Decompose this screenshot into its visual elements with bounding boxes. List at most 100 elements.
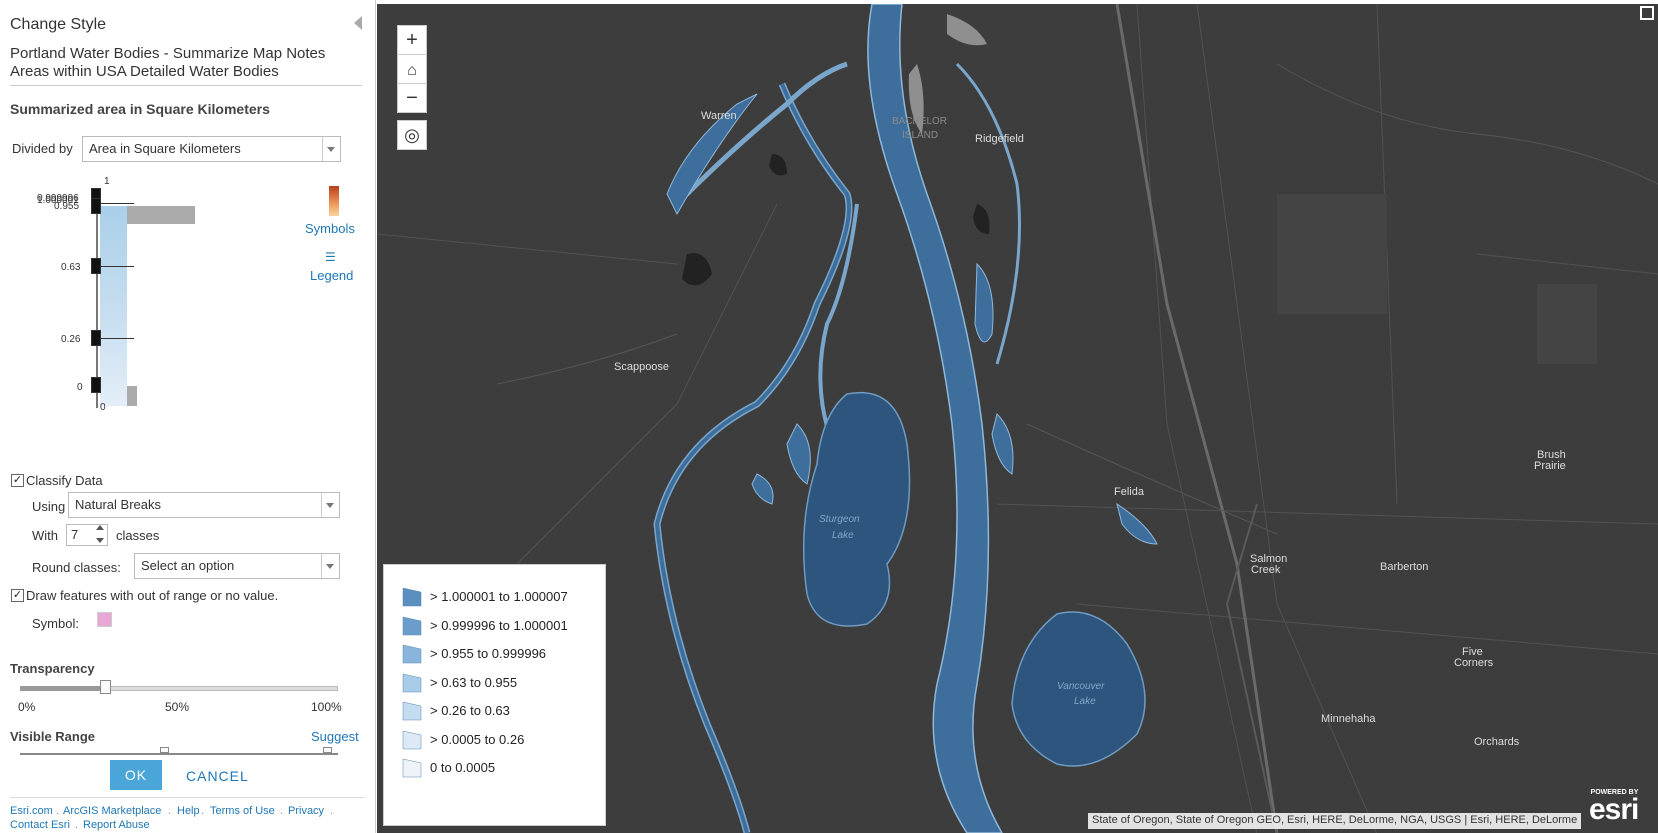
layer-title: Portland Water Bodies - Summarize Map No… bbox=[10, 45, 326, 80]
cancel-button[interactable]: CANCEL bbox=[186, 768, 249, 784]
map-legend: > 1.000001 to 1.000007 > 0.999996 to 1.00… bbox=[383, 564, 606, 826]
legend-label: > 1.000001 to 1.000007 bbox=[430, 589, 568, 604]
suggest-link[interactable]: Suggest bbox=[311, 729, 359, 744]
visible-range-min-thumb[interactable] bbox=[160, 747, 169, 753]
collapse-panel-icon[interactable] bbox=[354, 16, 362, 30]
round-classes-select[interactable]: Select an option bbox=[134, 553, 340, 579]
map-place-label: Warren bbox=[701, 110, 737, 122]
slider-tick-label: 0% bbox=[18, 700, 36, 714]
expand-icon[interactable] bbox=[1640, 6, 1654, 20]
out-of-range-checkbox[interactable]: ✓ bbox=[11, 589, 24, 602]
zoom-in-button[interactable]: + bbox=[397, 25, 427, 55]
locate-icon: ◎ bbox=[404, 125, 420, 145]
divided-by-label: Divided by bbox=[12, 141, 73, 156]
break-handle[interactable] bbox=[91, 377, 101, 393]
footer-link-contact[interactable]: Contact Esri bbox=[10, 819, 70, 831]
map-place-label: Ridgefield bbox=[975, 133, 1024, 145]
map-attribution: State of Oregon, State of Oregon GEO, Es… bbox=[1088, 813, 1582, 829]
map-water-label: Lake bbox=[832, 530, 854, 541]
change-style-panel: Change Style Portland Water Bodies - Sum… bbox=[0, 0, 376, 833]
legend-label: > 0.955 to 0.999996 bbox=[430, 646, 547, 661]
divider bbox=[10, 85, 362, 86]
zoom-out-button[interactable]: − bbox=[397, 83, 427, 113]
break-label: 0.955 bbox=[54, 201, 80, 212]
histogram-top-label: 1 bbox=[104, 176, 110, 187]
divided-by-value: Area in Square Kilometers bbox=[89, 141, 241, 156]
footer-link-help[interactable]: Help bbox=[177, 805, 200, 817]
histogram-axis bbox=[96, 194, 98, 408]
home-icon: ⌂ bbox=[407, 62, 417, 79]
chevron-down-icon bbox=[326, 503, 334, 508]
legend-label: > 0.0005 to 0.26 bbox=[430, 731, 525, 747]
legend-label: > 0.63 to 0.955 bbox=[430, 674, 518, 690]
classification-method-select[interactable]: Natural Breaks bbox=[68, 492, 340, 518]
histogram-bottom-label: 0 bbox=[100, 402, 106, 413]
map-place-label: Felida bbox=[1114, 486, 1144, 498]
map-place-label: Corners bbox=[1454, 657, 1494, 669]
footer-link-terms[interactable]: Terms of Use bbox=[210, 805, 275, 817]
legend-label: > 0.999996 to 1.000001 bbox=[430, 617, 568, 633]
locate-button[interactable]: ◎ bbox=[397, 120, 427, 150]
histogram-bar bbox=[127, 386, 137, 406]
color-ramp-icon[interactable] bbox=[329, 186, 339, 216]
classification-method-value: Natural Breaks bbox=[75, 497, 161, 512]
visible-range-slider[interactable] bbox=[20, 753, 338, 755]
legend-link[interactable]: Legend bbox=[310, 268, 353, 283]
histogram-color-ramp bbox=[100, 206, 127, 406]
slider-tick-label: 50% bbox=[165, 700, 190, 714]
attribute-heading: Summarized area in Square Kilometers bbox=[10, 101, 270, 117]
with-label: With bbox=[32, 528, 58, 543]
esri-logo: POWERED BY esri bbox=[1589, 789, 1639, 825]
no-value-symbol-swatch[interactable] bbox=[97, 612, 112, 627]
legend-label: 0 to 0.0005 bbox=[430, 760, 496, 775]
visible-range-max-thumb[interactable] bbox=[323, 747, 332, 753]
map-place-label: Prairie bbox=[1534, 460, 1566, 472]
map-water-label: Sturgeon bbox=[819, 514, 860, 525]
map-water-label: Vancouver bbox=[1057, 681, 1105, 692]
visible-range-heading: Visible Range bbox=[10, 729, 96, 744]
ok-button[interactable]: OK bbox=[110, 760, 162, 790]
footer-link-privacy[interactable]: Privacy bbox=[288, 805, 324, 817]
legend-swatch-icon bbox=[402, 730, 422, 750]
using-label: Using bbox=[32, 499, 66, 514]
transparency-slider-thumb[interactable] bbox=[100, 680, 111, 694]
panel-title: Change Style bbox=[10, 16, 107, 33]
list-icon[interactable]: ☰ bbox=[325, 250, 336, 264]
break-handle[interactable] bbox=[91, 198, 101, 214]
stepper-up-icon[interactable] bbox=[96, 525, 104, 530]
legend-swatch-icon bbox=[402, 587, 422, 607]
break-label: 0.26 bbox=[61, 334, 81, 345]
map-water-label: Lake bbox=[1074, 696, 1096, 707]
classify-data-label: Classify Data bbox=[26, 473, 103, 488]
classes-label: classes bbox=[116, 528, 160, 543]
class-breaks-histogram: 1 0.999996 1.000001 0.955 0.63 0.26 0 0 bbox=[37, 176, 215, 436]
footer-link-esri[interactable]: Esri.com bbox=[10, 805, 53, 817]
round-classes-label: Round classes: bbox=[32, 560, 121, 575]
slider-tick-label: 100% bbox=[311, 700, 342, 714]
map-place-label: Barberton bbox=[1380, 561, 1429, 573]
stepper-down-icon[interactable] bbox=[96, 538, 104, 543]
home-button[interactable]: ⌂ bbox=[397, 54, 427, 84]
out-of-range-label: Draw features with out of range or no va… bbox=[26, 588, 279, 603]
map-place-label: Minnehaha bbox=[1321, 713, 1376, 725]
symbols-link[interactable]: Symbols bbox=[305, 221, 355, 236]
classify-data-checkbox[interactable]: ✓ bbox=[11, 474, 24, 487]
legend-swatch-icon bbox=[402, 673, 422, 693]
legend-swatch-icon bbox=[402, 701, 422, 721]
footer-link-report-abuse[interactable]: Report Abuse bbox=[83, 819, 150, 831]
break-line bbox=[100, 203, 134, 204]
break-label: 0.63 bbox=[61, 262, 81, 273]
legend-swatch-icon bbox=[402, 644, 422, 664]
footer-link-marketplace[interactable]: ArcGIS Marketplace bbox=[63, 805, 161, 817]
map-place-label: ISLAND bbox=[902, 130, 939, 141]
map-place-label: Orchards bbox=[1474, 736, 1520, 748]
divided-by-select[interactable]: Area in Square Kilometers bbox=[82, 136, 341, 162]
symbol-label: Symbol: bbox=[32, 616, 79, 631]
divider bbox=[10, 797, 365, 798]
break-line bbox=[100, 338, 134, 339]
round-classes-value: Select an option bbox=[141, 558, 235, 573]
map-place-label: Scappoose bbox=[614, 361, 670, 373]
chevron-down-icon bbox=[327, 147, 335, 152]
chevron-down-icon bbox=[326, 564, 334, 569]
map-place-label: Creek bbox=[1251, 564, 1281, 576]
